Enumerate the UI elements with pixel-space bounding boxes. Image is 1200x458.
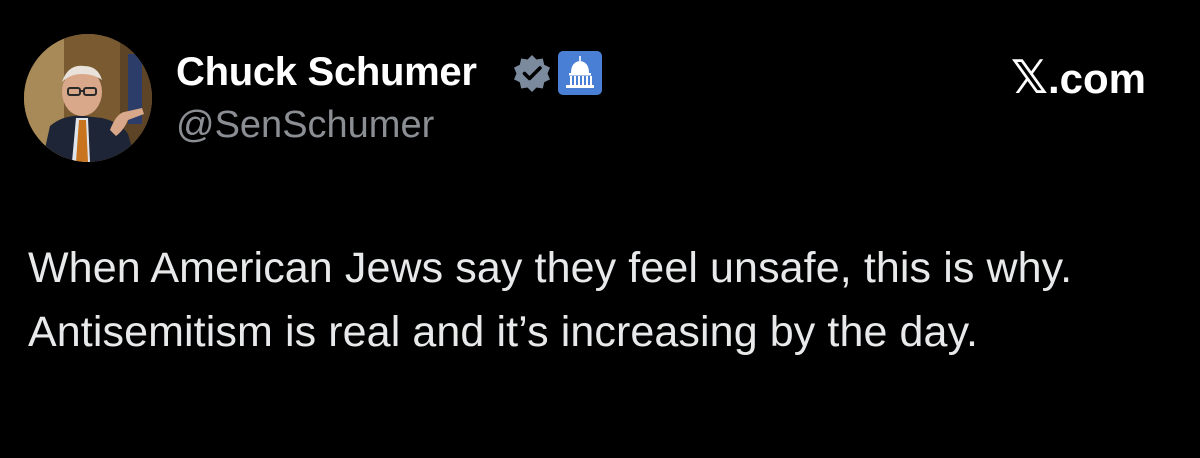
author-name[interactable]: Chuck Schumer — [176, 50, 477, 95]
capitol-building-icon[interactable] — [558, 51, 602, 95]
author-handle[interactable]: @SenSchumer — [176, 104, 434, 147]
site-domain: .com — [1047, 55, 1146, 102]
person-portrait-avatar — [24, 34, 152, 162]
x-logo-icon: 𝕏 — [1010, 50, 1048, 104]
avatar[interactable] — [24, 34, 152, 162]
site-label: 𝕏.com — [1011, 50, 1146, 104]
tweet-text: When American Jews say they feel unsafe,… — [28, 244, 1073, 356]
verified-badge-icon[interactable] — [512, 53, 552, 93]
author-badges — [512, 50, 602, 96]
tweet-card: Chuck Schumer @SenSchumer 𝕏.com When Ame… — [0, 0, 1200, 458]
